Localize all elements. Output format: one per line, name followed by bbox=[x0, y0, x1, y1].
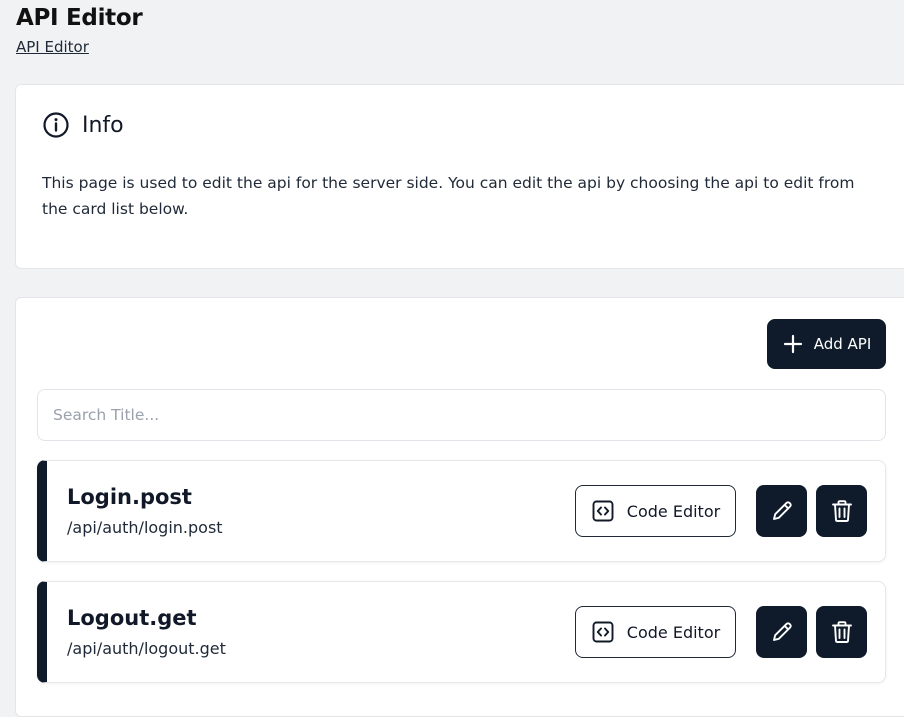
trash-icon bbox=[831, 621, 852, 643]
add-api-label: Add API bbox=[813, 335, 872, 353]
code-icon bbox=[592, 621, 614, 643]
page-header: API Editor API Editor bbox=[16, 4, 143, 56]
api-list-card: Add API Login.post /api/auth/login.post … bbox=[15, 297, 904, 717]
info-description: This page is used to edit the api for th… bbox=[42, 174, 855, 218]
api-path: /api/auth/login.post bbox=[67, 518, 223, 537]
add-api-button[interactable]: Add API bbox=[767, 319, 886, 369]
plus-icon bbox=[783, 334, 802, 354]
pencil-icon bbox=[772, 501, 792, 520]
api-name: Logout.get bbox=[67, 606, 197, 630]
code-editor-button[interactable]: Code Editor bbox=[575, 606, 736, 658]
info-header: Info bbox=[42, 111, 124, 139]
delete-button[interactable] bbox=[816, 606, 867, 658]
trash-icon bbox=[831, 500, 852, 522]
code-editor-label: Code Editor bbox=[626, 501, 721, 521]
api-path: /api/auth/logout.get bbox=[67, 639, 226, 658]
info-title: Info bbox=[82, 112, 124, 138]
edit-button[interactable] bbox=[756, 606, 807, 658]
api-name: Login.post bbox=[67, 485, 192, 509]
info-circle-icon bbox=[42, 111, 70, 139]
breadcrumb[interactable]: API Editor bbox=[16, 38, 89, 56]
info-card: Info This page is used to edit the api f… bbox=[15, 84, 904, 269]
edit-button[interactable] bbox=[756, 485, 807, 537]
api-card[interactable]: Login.post /api/auth/login.post Code Edi… bbox=[37, 460, 886, 562]
api-card[interactable]: Logout.get /api/auth/logout.get Code Edi… bbox=[37, 581, 886, 683]
code-editor-label: Code Editor bbox=[626, 622, 721, 642]
code-editor-button[interactable]: Code Editor bbox=[575, 485, 736, 537]
search-input[interactable] bbox=[37, 389, 886, 441]
page-title: API Editor bbox=[16, 5, 143, 31]
delete-button[interactable] bbox=[816, 485, 867, 537]
pencil-icon bbox=[772, 622, 792, 641]
code-icon bbox=[592, 500, 614, 522]
